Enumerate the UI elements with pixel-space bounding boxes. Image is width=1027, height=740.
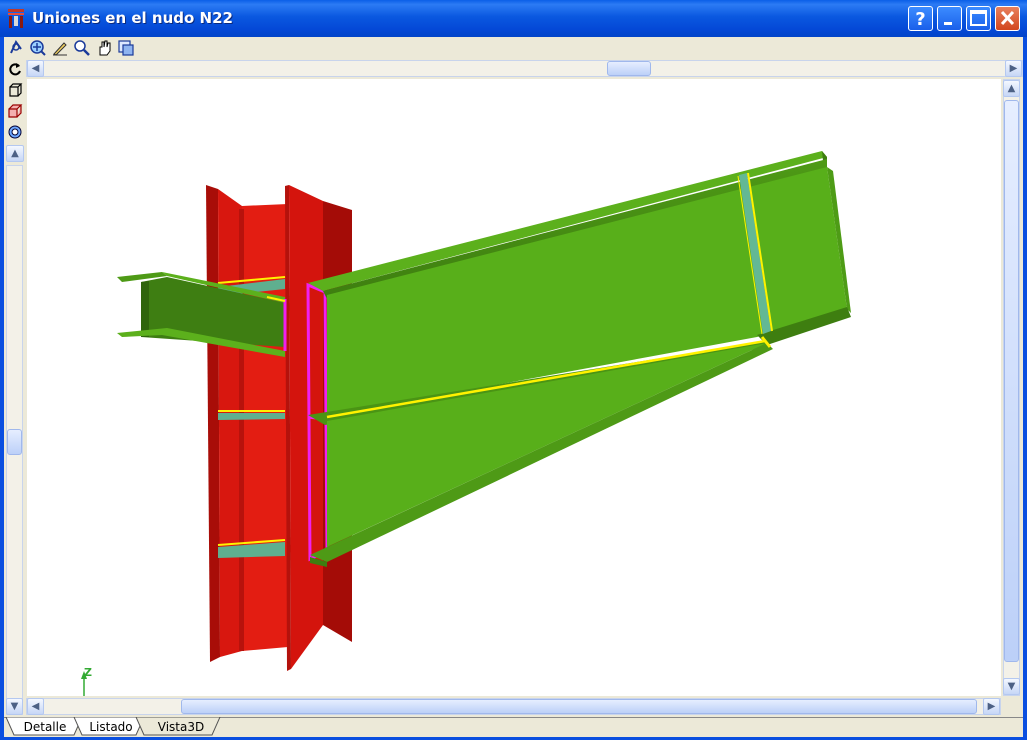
close-icon — [1000, 10, 1015, 26]
minimize-button[interactable] — [937, 6, 962, 31]
scroll-down-button[interactable]: ▼ — [1003, 678, 1020, 695]
tab-vista3d[interactable]: Vista3D — [148, 718, 214, 736]
cube-perspective-icon[interactable] — [6, 102, 24, 120]
zoom-window-icon[interactable] — [29, 39, 47, 57]
cube-view-icon[interactable] — [6, 81, 24, 99]
axis-gizmo: Z Y X — [81, 666, 92, 696]
rotate-icon[interactable] — [6, 60, 24, 78]
scroll-down-button[interactable]: ▼ — [6, 698, 23, 715]
pan-hand-icon[interactable] — [95, 39, 113, 57]
copy-view-icon[interactable] — [117, 39, 135, 57]
left-vertical-scrollbar[interactable]: ▼ — [6, 165, 23, 715]
chevron-up-icon: ▲ — [11, 148, 19, 159]
pencil-icon[interactable] — [51, 39, 69, 57]
scroll-left-button[interactable]: ◀ — [27, 60, 44, 77]
3d-viewport[interactable]: Z Y X — [27, 79, 1001, 696]
help-button[interactable]: ? — [908, 6, 933, 31]
window-title: Uniones en el nudo N22 — [32, 9, 233, 27]
chevron-down-icon: ▼ — [10, 701, 19, 712]
zoom-icon[interactable] — [73, 39, 91, 57]
tab-listado[interactable]: Listado — [82, 718, 140, 736]
collapse-button[interactable]: ▲ — [6, 145, 24, 162]
bottom-horizontal-scrollbar[interactable]: ◀ ▶ — [26, 698, 1001, 715]
close-button[interactable] — [995, 6, 1020, 31]
chevron-left-icon: ◀ — [31, 63, 40, 74]
scroll-right-button[interactable]: ▶ — [983, 698, 1000, 715]
help-icon: ? — [915, 9, 925, 30]
top-horizontal-scrollbar[interactable]: ◀ ▶ — [26, 60, 1023, 77]
app-icon — [8, 9, 24, 28]
svg-text:?: ? — [915, 9, 925, 30]
scroll-right-button[interactable]: ▶ — [1005, 60, 1022, 77]
right-vertical-scrollbar[interactable]: ▲ ▼ — [1003, 79, 1020, 696]
maximize-button[interactable] — [966, 6, 991, 31]
chevron-left-icon: ◀ — [31, 701, 40, 712]
minimize-icon — [944, 22, 952, 25]
chevron-down-icon: ▼ — [1007, 681, 1016, 692]
scroll-thumb[interactable] — [181, 699, 977, 714]
title-bar[interactable]: Uniones en el nudo N22 ? — [0, 0, 1027, 37]
scroll-thumb[interactable] — [1004, 100, 1019, 662]
maximize-icon — [970, 10, 987, 26]
chevron-up-icon: ▲ — [1007, 83, 1016, 94]
view-tabs: Detalle Listado Vista3D — [4, 717, 1023, 737]
tab-detalle[interactable]: Detalle — [16, 718, 74, 736]
scroll-left-button[interactable]: ◀ — [27, 698, 44, 715]
scroll-thumb[interactable] — [607, 61, 651, 76]
render-icon[interactable] — [6, 123, 24, 141]
app-window: Uniones en el nudo N22 ? ▲ ◀ ▶ ▼ ▲ ▼ ◀ ▶… — [0, 0, 1027, 740]
chevron-right-icon: ▶ — [1009, 63, 1018, 74]
scroll-up-button[interactable]: ▲ — [1003, 80, 1020, 97]
view-toolbar — [4, 37, 144, 59]
z-axis-label: Z — [84, 666, 92, 679]
scroll-thumb[interactable] — [7, 429, 22, 455]
chevron-right-icon: ▶ — [987, 701, 996, 712]
main-haunched-beam[interactable] — [308, 151, 851, 567]
client-area: ▲ ◀ ▶ ▼ ▲ ▼ ◀ ▶ Z Detalle Listado Vista3… — [4, 37, 1023, 737]
rotate-view-icon[interactable] — [7, 39, 25, 57]
